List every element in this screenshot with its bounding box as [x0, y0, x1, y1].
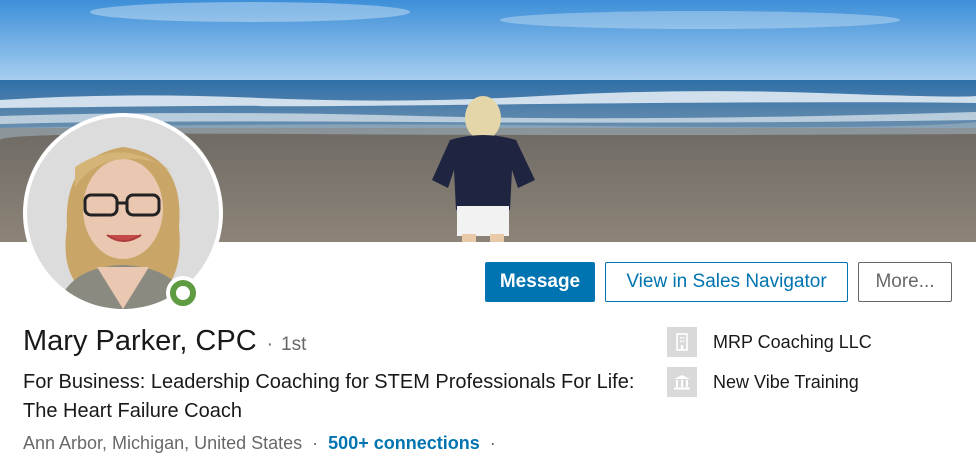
school-icon	[667, 367, 697, 397]
degree-separator: ·	[266, 334, 273, 355]
profile-location: Ann Arbor, Michigan, United States	[23, 433, 303, 453]
more-actions-button[interactable]: More...	[858, 262, 952, 302]
company-building-icon	[667, 327, 697, 357]
org-item-company[interactable]: MRP Coaching LLC	[667, 327, 872, 357]
profile-meta: Ann Arbor, Michigan, United States · 500…	[23, 433, 506, 454]
profile-headline: For Business: Leadership Coaching for ST…	[23, 371, 635, 422]
org-label-school: New Vibe Training	[713, 371, 859, 392]
message-button[interactable]: Message	[485, 262, 595, 302]
connections-link[interactable]: 500+ connections	[328, 433, 480, 454]
trailing-separator: ·	[489, 433, 496, 453]
profile-name: Mary Parker, CPC	[23, 325, 257, 357]
connection-degree: 1st	[281, 334, 307, 355]
online-status-indicator	[166, 276, 200, 310]
profile-actions: Message View in Sales Navigator More...	[485, 262, 952, 302]
view-in-sales-navigator-button[interactable]: View in Sales Navigator	[605, 262, 848, 302]
online-status-dot	[170, 280, 196, 306]
profile-organizations: MRP Coaching LLC New Vibe Training	[667, 327, 872, 407]
org-item-school[interactable]: New Vibe Training	[667, 367, 872, 397]
org-label-company: MRP Coaching LLC	[713, 331, 872, 352]
name-row: Mary Parker, CPC · 1st	[23, 325, 306, 358]
meta-separator: ·	[312, 433, 319, 453]
